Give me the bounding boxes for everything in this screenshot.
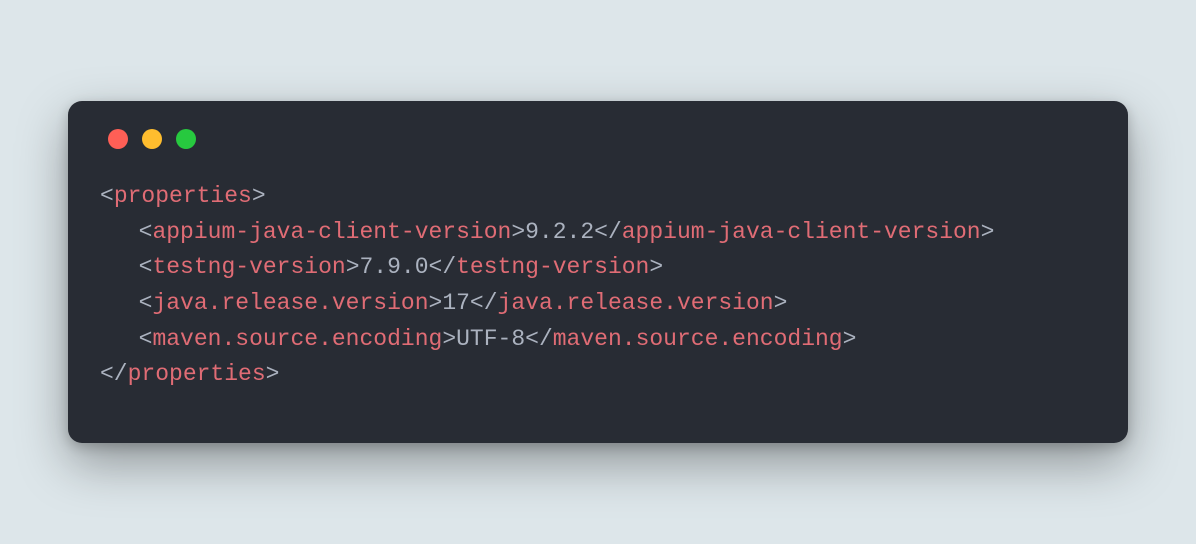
minimize-icon[interactable] <box>142 129 162 149</box>
prop3-open: maven.source.encoding <box>152 326 442 352</box>
close-icon[interactable] <box>108 129 128 149</box>
code-block: <properties> <appium-java-client-version… <box>100 179 1096 393</box>
traffic-lights <box>100 129 1096 149</box>
root-open-tag: properties <box>114 183 252 209</box>
zoom-icon[interactable] <box>176 129 196 149</box>
prop0-open: appium-java-client-version <box>152 219 511 245</box>
prop0-close: appium-java-client-version <box>622 219 981 245</box>
angle-close: > <box>252 183 266 209</box>
angle-open: < <box>100 183 114 209</box>
prop0-value: 9.2.2 <box>525 219 594 245</box>
prop2-value: 17 <box>442 290 470 316</box>
prop3-value: UTF-8 <box>456 326 525 352</box>
prop1-close: testng-version <box>456 254 649 280</box>
angle-close-close: > <box>266 361 280 387</box>
prop1-value: 7.9.0 <box>360 254 429 280</box>
angle-open-close: </ <box>100 361 128 387</box>
prop2-close: java.release.version <box>498 290 774 316</box>
prop2-open: java.release.version <box>152 290 428 316</box>
prop1-open: testng-version <box>152 254 345 280</box>
root-close-tag: properties <box>128 361 266 387</box>
code-window: <properties> <appium-java-client-version… <box>68 101 1128 443</box>
prop3-close: maven.source.encoding <box>553 326 843 352</box>
